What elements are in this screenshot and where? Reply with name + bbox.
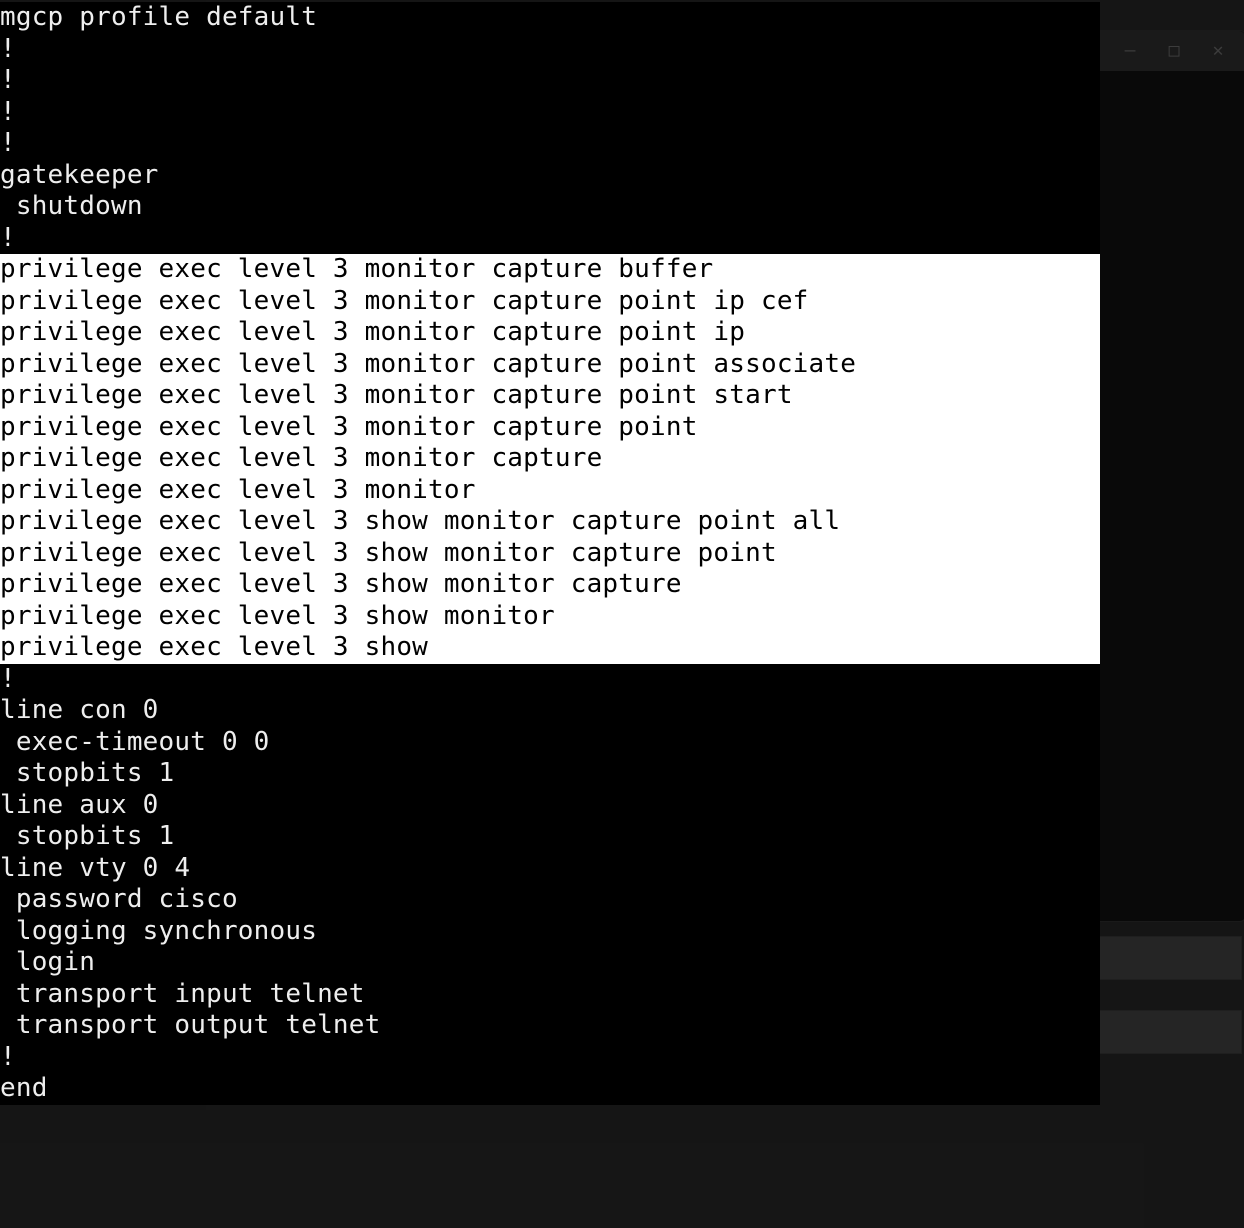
terminal-line: line aux 0 [0,790,1100,822]
terminal-line: privilege exec level 3 monitor capture p… [0,349,1100,381]
terminal-line: line con 0 [0,695,1100,727]
terminal-line: privilege exec level 3 show monitor capt… [0,538,1100,570]
terminal-line: gatekeeper [0,160,1100,192]
desktop: — □ ✕ — □ ✕ - behavior may be unstable, … [0,0,1244,1228]
terminal-block-highlight: privilege exec level 3 monitor capture b… [0,254,1100,664]
terminal-line: privilege exec level 3 monitor capture p… [0,412,1100,444]
terminal-line: mgcp profile default [0,2,1100,34]
maximize-icon[interactable]: □ [1165,42,1183,60]
terminal-line: privilege exec level 3 show monitor capt… [0,569,1100,601]
terminal-line: logging synchronous [0,916,1100,948]
terminal-line: ! [0,664,1100,696]
terminal-line: privilege exec level 3 show monitor capt… [0,506,1100,538]
terminal-line: transport output telnet [0,1010,1100,1042]
terminal-line: stopbits 1 [0,821,1100,853]
terminal-line: password cisco [0,884,1100,916]
terminal-line: privilege exec level 3 monitor capture [0,443,1100,475]
terminal-block-top: mgcp profile default ! ! ! ! gatekeeper … [0,0,1100,254]
terminal-line: privilege exec level 3 show monitor [0,601,1100,633]
close-icon[interactable]: ✕ [1209,42,1227,60]
terminal-line: privilege exec level 3 monitor capture b… [0,254,1100,286]
terminal-line: ! [0,65,1100,97]
terminal-output[interactable]: mgcp profile default ! ! ! ! gatekeeper … [0,0,1100,1105]
terminal-line: privilege exec level 3 show [0,632,1100,664]
terminal-line: stopbits 1 [0,758,1100,790]
terminal-line: privilege exec level 3 monitor capture p… [0,380,1100,412]
terminal-line: end [0,1073,1100,1105]
minimize-icon[interactable]: — [1121,42,1139,60]
terminal-block-bottom: ! line con 0 exec-timeout 0 0 stopbits 1… [0,664,1100,1105]
terminal-line: exec-timeout 0 0 [0,727,1100,759]
terminal-line: ! [0,128,1100,160]
terminal-line: ! [0,1042,1100,1074]
terminal-line: line vty 0 4 [0,853,1100,885]
terminal-line: privilege exec level 3 monitor capture p… [0,317,1100,349]
terminal-line: login [0,947,1100,979]
terminal-line: privilege exec level 3 monitor [0,475,1100,507]
terminal-line: ! [0,223,1100,255]
terminal-line: transport input telnet [0,979,1100,1011]
terminal-line: ! [0,34,1100,66]
terminal-line: shutdown [0,191,1100,223]
terminal-line: privilege exec level 3 monitor capture p… [0,286,1100,318]
terminal-line: ! [0,97,1100,129]
